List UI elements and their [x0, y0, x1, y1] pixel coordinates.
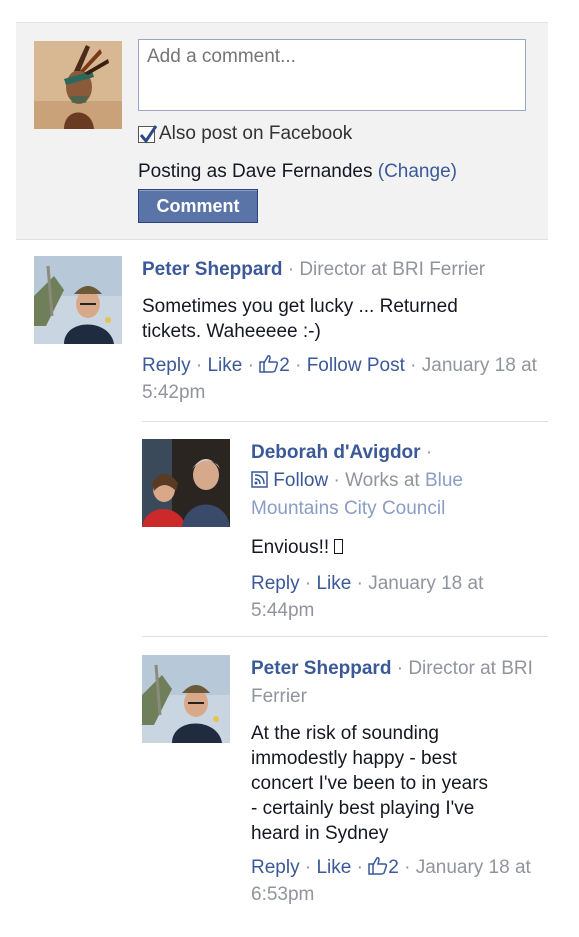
- also-post-facebook-option[interactable]: Also post on Facebook: [138, 123, 352, 145]
- reply-link[interactable]: Reply: [251, 857, 300, 878]
- avatar[interactable]: [34, 256, 122, 344]
- checkmark-icon: [139, 124, 158, 144]
- posting-as-text: Posting as Dave Fernandes: [138, 161, 373, 182]
- separator: ·: [282, 259, 300, 280]
- follow-author-link[interactable]: Follow: [251, 470, 333, 491]
- avatar[interactable]: [142, 655, 230, 743]
- also-post-facebook-label: Also post on Facebook: [159, 123, 353, 144]
- like-count-value: 2: [279, 355, 290, 376]
- comment-text: At the risk of sounding immodestly happy…: [251, 723, 489, 844]
- works-at-prefix: Works at: [345, 470, 425, 491]
- like-count[interactable]: 2: [368, 857, 404, 878]
- comment-button[interactable]: Comment: [138, 189, 258, 223]
- comment-actions: Reply · Like · 2 · Follow Post · January…: [142, 355, 537, 403]
- like-link[interactable]: Like: [316, 573, 351, 594]
- change-identity-link[interactable]: (Change): [378, 161, 457, 182]
- comment-composer: Also post on Facebook Posting as Dave Fe…: [16, 22, 548, 240]
- comment-text: Sometimes you get lucky ... Returned tic…: [142, 296, 458, 342]
- like-link[interactable]: Like: [316, 857, 351, 878]
- reply-link[interactable]: Reply: [251, 573, 300, 594]
- like-count-value: 2: [388, 857, 399, 878]
- follow-post-link[interactable]: Follow Post: [307, 355, 405, 376]
- comment-input[interactable]: [138, 39, 526, 111]
- like-count[interactable]: 2: [259, 355, 295, 376]
- thumbs-up-icon: [368, 857, 388, 875]
- comment-author-link[interactable]: Peter Sheppard: [142, 259, 282, 280]
- comment-actions: Reply · Like · 2 · January 18 at 6:53pm: [251, 857, 531, 905]
- comment-text: Envious!!: [251, 535, 551, 560]
- rss-follow-icon: [251, 471, 268, 488]
- divider: [142, 636, 548, 637]
- comment-actions: Reply · Like · January 18 at 5:44pm: [251, 573, 484, 621]
- reply-link[interactable]: Reply: [142, 355, 191, 376]
- thumbs-up-icon: [259, 355, 279, 373]
- like-link[interactable]: Like: [207, 355, 242, 376]
- also-post-facebook-checkbox[interactable]: [138, 124, 158, 144]
- author-headline: Director at BRI Ferrier: [299, 259, 486, 280]
- posting-as-line: Posting as Dave Fernandes (Change): [138, 161, 457, 183]
- follow-label: Follow: [273, 470, 329, 491]
- divider: [142, 421, 548, 422]
- avatar[interactable]: [142, 439, 230, 527]
- missing-glyph-icon: [334, 539, 344, 554]
- comment-author-link[interactable]: Peter Sheppard: [251, 658, 391, 679]
- comment-author-link[interactable]: Deborah d'Avigdor: [251, 442, 421, 463]
- current-user-avatar: [34, 41, 122, 129]
